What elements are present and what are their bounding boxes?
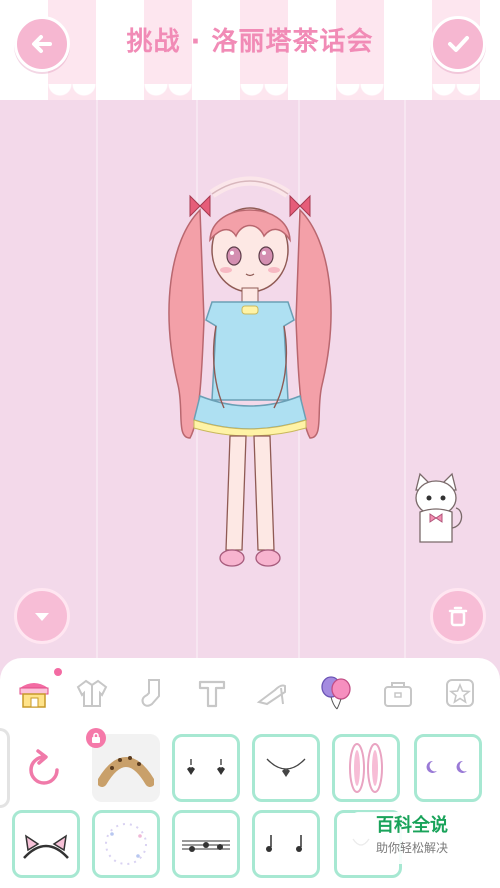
item-slot-leopard-headband[interactable] (86, 728, 160, 802)
collapse-panel-button[interactable] (14, 588, 70, 644)
chevron-down-icon (35, 613, 49, 621)
jacket-icon (76, 679, 108, 707)
wall-stripe (404, 100, 406, 658)
item-slot-moon-earrings[interactable] (414, 734, 482, 802)
bunny-ears-icon (349, 743, 383, 793)
sock-icon (141, 679, 160, 707)
checkmark-icon (448, 36, 469, 52)
tab-tops[interactable] (186, 666, 238, 720)
heart-earrings-icon (187, 759, 225, 775)
sparkle-ring-icon (105, 823, 147, 865)
item-slot-heart-earrings[interactable] (172, 734, 240, 802)
star-icon (446, 679, 474, 707)
bag-icon (384, 682, 412, 707)
watermark-sub-text: 助你轻松解决 (375, 841, 448, 855)
shoe-icon (256, 684, 286, 706)
category-tabs (0, 666, 500, 720)
pet-cat[interactable] (406, 468, 466, 548)
trash-icon (448, 606, 468, 627)
heart-necklace-icon (266, 758, 306, 777)
t-shirt-icon (198, 680, 226, 708)
moon-earrings-icon (426, 760, 467, 773)
tab-socks[interactable] (126, 666, 178, 720)
confirm-button[interactable] (430, 16, 486, 72)
tab-bag[interactable] (372, 666, 424, 720)
delete-button[interactable] (430, 588, 486, 644)
refresh-icon (29, 749, 59, 785)
reset-button[interactable] (16, 742, 72, 798)
lock-badge (86, 728, 106, 748)
watermark: 百科全说 助你轻松解决 (352, 812, 472, 864)
character-avatar[interactable] (160, 170, 340, 580)
arrow-left-icon (32, 35, 52, 53)
shop-icon (19, 683, 49, 708)
tab-jacket[interactable] (66, 666, 118, 720)
back-button[interactable] (14, 16, 70, 72)
tab-shoes[interactable] (246, 666, 298, 720)
wall-stripe (96, 100, 98, 658)
page-title: 挑战 · 洛丽塔茶话会 (126, 27, 374, 57)
watermark-main-text: 百科全说 (376, 815, 448, 836)
item-slot-note-earrings[interactable] (252, 810, 320, 878)
item-slot-music-notes[interactable] (172, 810, 240, 878)
balloon-icon (321, 676, 351, 710)
dress-up-stage (0, 100, 500, 658)
item-slot-bunny-ears[interactable] (332, 734, 400, 802)
lock-icon (92, 732, 100, 743)
tab-favorites[interactable] (434, 666, 486, 720)
tab-shop[interactable] (8, 666, 60, 720)
leopard-headband-icon (98, 756, 154, 787)
music-notes-icon (182, 840, 230, 852)
note-earrings-icon (266, 835, 302, 852)
scroll-handle[interactable] (0, 728, 10, 808)
tab-balloons[interactable] (310, 666, 362, 720)
cat-ear-headband-icon (23, 834, 69, 859)
item-slot-cat-ear-headband[interactable] (12, 810, 80, 878)
item-slot-sparkle-ring[interactable] (92, 810, 160, 878)
notification-dot (54, 668, 62, 676)
item-slot-heart-necklace[interactable] (252, 734, 320, 802)
